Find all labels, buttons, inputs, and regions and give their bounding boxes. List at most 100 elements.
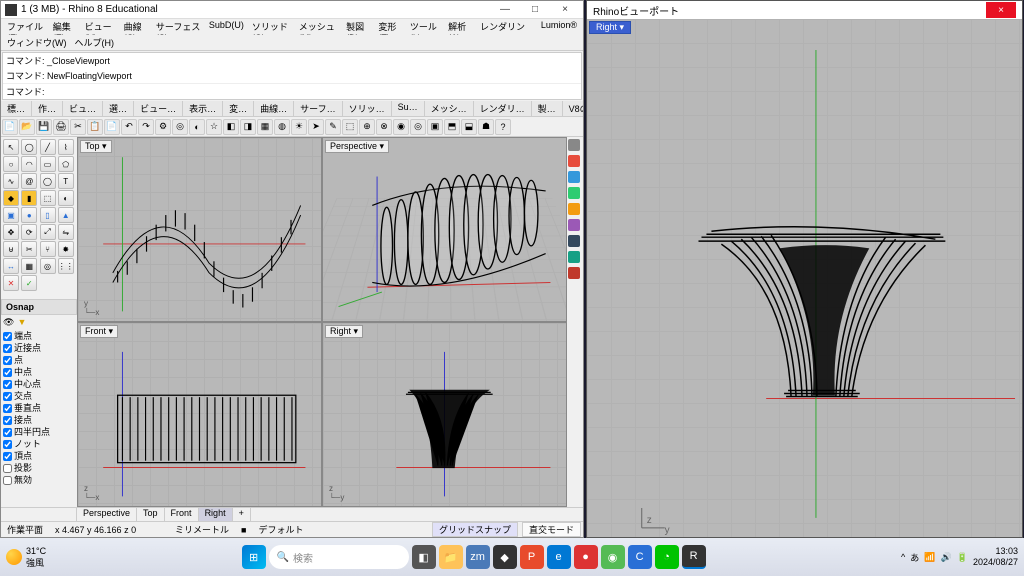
app-icon[interactable]: P <box>520 545 544 569</box>
tab-select[interactable]: 選… <box>103 101 134 116</box>
tool-icon[interactable]: ◍ <box>274 119 290 135</box>
polygon-icon[interactable]: ⬠ <box>58 156 74 172</box>
system-tray[interactable]: ^ あ 📶 🔊 🔋 13:03 2024/08/27 <box>901 546 1018 568</box>
tool-icon[interactable]: ◉ <box>393 119 409 135</box>
minimize-button[interactable]: — <box>491 2 519 18</box>
tab-render[interactable]: レンダリ… <box>474 101 532 116</box>
tab-subd[interactable]: Su… <box>392 101 425 116</box>
rect-icon[interactable]: ▭ <box>40 156 56 172</box>
ellipse-icon[interactable]: ◯ <box>40 173 56 189</box>
menu-lumion[interactable]: Lumion® <box>537 19 581 35</box>
tab-surface[interactable]: サーフ… <box>294 101 342 116</box>
viewport-label-right[interactable]: Right ▾ <box>325 325 363 338</box>
tray-chevron-icon[interactable]: ^ <box>901 552 905 562</box>
line-icon[interactable]: ◔ <box>655 545 679 569</box>
viewport-top[interactable]: Top ▾ y└─x <box>78 138 321 321</box>
tab-top[interactable]: Top <box>137 508 165 521</box>
line-icon[interactable]: ╱ <box>40 139 56 155</box>
tool-icon[interactable]: ⬓ <box>461 119 477 135</box>
tool-icon[interactable]: ? <box>495 119 511 135</box>
osnap-mid[interactable]: 中点 <box>1 366 77 378</box>
display-icon[interactable] <box>568 219 580 231</box>
osnap-eye-icon[interactable]: 👁 <box>3 317 14 328</box>
osnap-filter-icon[interactable]: ▼ <box>17 317 26 328</box>
menu-surface[interactable]: サーフェス(S) <box>152 19 205 35</box>
tray-wifi-icon[interactable]: 📶 <box>924 552 935 563</box>
float-close-button[interactable]: × <box>986 2 1016 18</box>
delete-icon[interactable]: ✕ <box>3 275 19 291</box>
explode-icon[interactable]: ✸ <box>58 241 74 257</box>
float-viewport-label[interactable]: Right ▾ <box>589 21 631 34</box>
tab-right[interactable]: Right <box>199 508 233 521</box>
cone-icon[interactable]: ▲ <box>58 207 74 223</box>
osnap-cen[interactable]: 中心点 <box>1 378 77 390</box>
osnap-perp[interactable]: 垂直点 <box>1 402 77 414</box>
extrude-icon[interactable]: ▮ <box>21 190 37 206</box>
polyline-icon[interactable]: ⌇ <box>58 139 74 155</box>
properties-icon[interactable] <box>568 139 580 151</box>
lasso-icon[interactable]: ◯ <box>21 139 37 155</box>
tab-add[interactable]: + <box>233 508 251 521</box>
tool-icon[interactable]: ➤ <box>308 119 324 135</box>
explorer-icon[interactable]: 📁 <box>439 545 463 569</box>
status-gridsnap[interactable]: グリッドスナップ <box>432 522 518 537</box>
maximize-button[interactable]: □ <box>521 2 549 18</box>
title-bar[interactable]: 1 (3 MB) - Rhino 8 Educational — □ × <box>1 1 583 19</box>
text-icon[interactable]: T <box>58 173 74 189</box>
mirror-icon[interactable]: ⇋ <box>58 224 74 240</box>
osnap-int[interactable]: 交点 <box>1 390 77 402</box>
viewport-right[interactable]: Right ▾ z└─y <box>323 323 566 506</box>
grid-icon[interactable]: ▦ <box>21 258 37 274</box>
viewport-label-top[interactable]: Top ▾ <box>80 140 112 153</box>
sphere-icon[interactable]: ● <box>21 207 37 223</box>
tool-icon[interactable]: ▦ <box>257 119 273 135</box>
open-icon[interactable]: 📂 <box>19 119 35 135</box>
tab-standard[interactable]: 標… <box>1 101 32 116</box>
circle-icon[interactable]: ○ <box>3 156 19 172</box>
app-icon[interactable]: ◆ <box>493 545 517 569</box>
layers-icon[interactable] <box>568 155 580 167</box>
menu-tools[interactable]: ツール(L) <box>406 19 444 35</box>
tab-viewport[interactable]: ビュー… <box>134 101 183 116</box>
save-icon[interactable]: 💾 <box>36 119 52 135</box>
rhino-icon[interactable]: R <box>682 545 706 569</box>
tab-cplane[interactable]: 作… <box>32 101 63 116</box>
edge-icon[interactable]: e <box>547 545 571 569</box>
tool-icon[interactable]: ◎ <box>410 119 426 135</box>
scale-icon[interactable]: ⤢ <box>40 224 56 240</box>
status-layer-swatch[interactable]: ■ <box>235 525 252 535</box>
lights-icon[interactable] <box>568 203 580 215</box>
spiral-icon[interactable]: @ <box>21 173 37 189</box>
render-icon[interactable] <box>568 171 580 183</box>
check-icon[interactable]: ✓ <box>21 275 37 291</box>
cut-icon[interactable]: ✂ <box>70 119 86 135</box>
tool-icon[interactable]: ◧ <box>223 119 239 135</box>
tray-volume-icon[interactable]: 🔊 <box>941 552 952 563</box>
tab-view[interactable]: ビュ… <box>63 101 103 116</box>
tab-perspective[interactable]: Perspective <box>77 508 137 521</box>
tab-display[interactable]: 表示… <box>183 101 223 116</box>
menu-drafting[interactable]: 製図(D) <box>342 19 374 35</box>
menu-analyze[interactable]: 解析(A) <box>444 19 476 35</box>
menu-transform[interactable]: 変形(T) <box>374 19 405 35</box>
materials-icon[interactable] <box>568 187 580 199</box>
menu-subd[interactable]: SubD(U) <box>205 19 248 35</box>
osnap-disabled[interactable]: 無効 <box>1 474 77 486</box>
menu-mesh[interactable]: メッシュ(M) <box>295 19 342 35</box>
tab-v8[interactable]: V8の… <box>563 101 583 116</box>
taskbar-search[interactable]: 🔍検索 <box>269 545 409 569</box>
curve-icon[interactable]: ∿ <box>3 173 19 189</box>
viewport-label-front[interactable]: Front ▾ <box>80 325 118 338</box>
tool-icon[interactable]: ☀ <box>291 119 307 135</box>
tool-icon[interactable]: ⚙ <box>155 119 171 135</box>
tab-front[interactable]: Front <box>165 508 199 521</box>
osnap-knot[interactable]: ノット <box>1 438 77 450</box>
library-icon[interactable] <box>568 267 580 279</box>
viewport-front[interactable]: Front ▾ z└─x <box>78 323 321 506</box>
dim-icon[interactable]: ↔ <box>3 258 19 274</box>
menu-file[interactable]: ファイル(F) <box>3 19 49 35</box>
menu-solid[interactable]: ソリッド(O) <box>248 19 295 35</box>
status-layer[interactable]: デフォルト <box>252 523 309 536</box>
tool-icon[interactable]: ✎ <box>325 119 341 135</box>
trim-icon[interactable]: ✂ <box>21 241 37 257</box>
